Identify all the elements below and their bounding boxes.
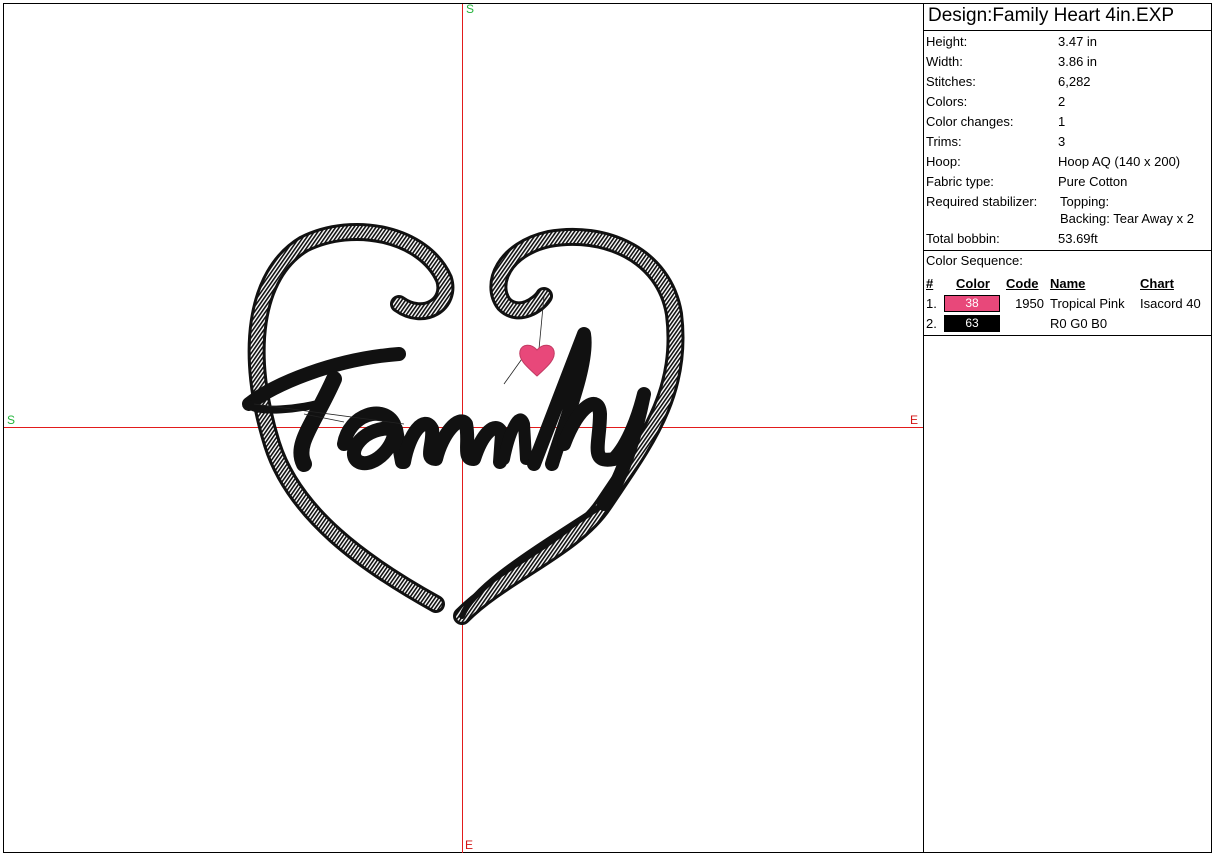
- section-divider: [924, 335, 1212, 336]
- stabilizer-backing: Backing: Tear Away x 2: [1060, 211, 1194, 226]
- column-chart: Chart: [1140, 275, 1174, 291]
- property-trims: Trims: 3: [926, 134, 1066, 149]
- column-name: Name: [1050, 275, 1086, 291]
- color-sequence-table: # Color Code Name Chart 1. 38 1950 Tropi…: [926, 273, 1205, 333]
- column-color: Color: [956, 275, 990, 291]
- design-info-panel: Design:Family Heart 4in.EXP Height: 3.47 …: [924, 4, 1212, 853]
- embroidery-design-artwork: [242, 223, 685, 625]
- property-fabric-type: Fabric type: Pure Cotton: [926, 174, 1128, 189]
- property-color-changes: Color changes: 1: [926, 114, 1066, 129]
- design-properties: Height: 3.47 in Width: 3.86 in Stitches: 6,…: [924, 31, 1212, 250]
- column-code: Code: [1006, 275, 1039, 291]
- color-swatch: 38: [944, 294, 1000, 312]
- stabilizer-topping: Topping:: [1060, 194, 1110, 209]
- property-stitches: Stitches: 6,282: [926, 74, 1091, 89]
- property-colors: Colors: 2: [926, 94, 1066, 109]
- family-script-lettering: [242, 327, 651, 511]
- property-width: Width: 3.86 in: [926, 54, 1098, 69]
- table-row: 1. 38 1950 Tropical Pink Isacord 40: [926, 294, 1201, 312]
- property-stabilizer: Required stabilizer: Topping: Backing: T…: [926, 194, 1194, 226]
- design-title: Design:Family Heart 4in.EXP: [924, 4, 1212, 31]
- property-total-bobbin: Total bobbin: 53.69ft: [926, 231, 1098, 246]
- color-swatch: 63: [944, 314, 1000, 332]
- pink-heart-motif: [519, 344, 555, 377]
- design-canvas[interactable]: S S E E: [4, 4, 924, 853]
- table-header-row: # Color Code Name Chart: [926, 273, 1205, 293]
- table-row: 2. 63 R0 G0 B0: [926, 314, 1108, 332]
- column-number: #: [926, 275, 934, 291]
- property-height: Height: 3.47 in: [926, 34, 1098, 49]
- property-hoop: Hoop: Hoop AQ (140 x 200): [926, 154, 1181, 169]
- color-sequence-heading: Color Sequence:: [926, 253, 1023, 268]
